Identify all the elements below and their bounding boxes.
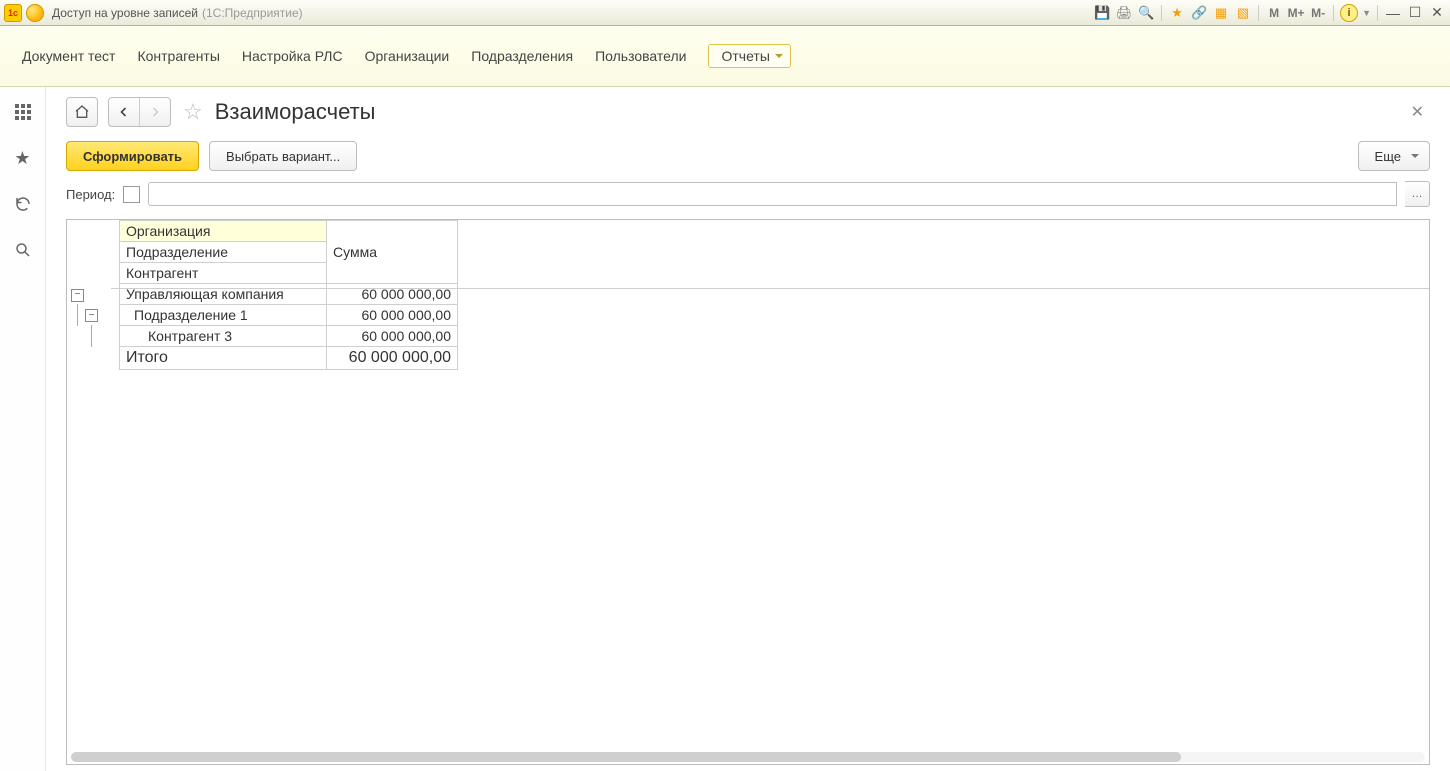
info-icon[interactable]: i	[1340, 4, 1358, 22]
action-bar: Сформировать Выбрать вариант... Еще	[66, 141, 1430, 171]
home-icon	[74, 104, 90, 120]
row-div-sum: 60 000 000,00	[327, 305, 458, 326]
star-outline-icon: ☆	[183, 99, 203, 124]
report-table: Организация Сумма Подразделение Контраге…	[67, 220, 458, 370]
menu-item-organizations[interactable]: Организации	[365, 48, 450, 64]
memory-mplus-button[interactable]: M+	[1287, 4, 1305, 22]
expand-toggle-div[interactable]: −	[85, 309, 98, 322]
grid-icon	[15, 104, 31, 120]
header-body-separator	[111, 288, 1429, 289]
more-button[interactable]: Еще	[1358, 141, 1430, 171]
title-bar: 1c Доступ на уровне записей (1С:Предприя…	[0, 0, 1450, 26]
search-icon	[14, 241, 32, 259]
separator	[1333, 5, 1334, 21]
preview-icon[interactable]: 🔍	[1137, 4, 1155, 22]
save-icon[interactable]: 💾	[1093, 4, 1111, 22]
period-picker-button[interactable]: …	[1405, 181, 1430, 207]
back-button[interactable]	[109, 98, 139, 126]
sidebar: ★	[0, 87, 46, 771]
info-dropdown-icon[interactable]: ▼	[1362, 8, 1371, 18]
period-label: Период:	[66, 187, 115, 202]
horizontal-scrollbar[interactable]	[71, 752, 1425, 762]
generate-button[interactable]: Сформировать	[66, 141, 199, 171]
row-contr-name[interactable]: Контрагент 3	[120, 326, 327, 347]
link-icon[interactable]: 🔗	[1190, 4, 1208, 22]
main-menu: Документ тест Контрагенты Настройка РЛС …	[0, 26, 1450, 87]
minimize-button[interactable]: —	[1384, 5, 1402, 21]
row-contr-sum: 60 000 000,00	[327, 326, 458, 347]
arrow-right-icon	[149, 106, 161, 118]
calendar-icon[interactable]: ▧	[1234, 4, 1252, 22]
history-button[interactable]	[8, 189, 38, 219]
menu-item-contractors[interactable]: Контрагенты	[137, 48, 219, 64]
scrollbar-thumb[interactable]	[71, 752, 1181, 762]
separator	[1377, 5, 1378, 21]
nav-back-forward	[108, 97, 171, 127]
menu-item-rls-settings[interactable]: Настройка РЛС	[242, 48, 343, 64]
select-variant-button[interactable]: Выбрать вариант...	[209, 141, 357, 171]
menu-item-divisions[interactable]: Подразделения	[471, 48, 573, 64]
history-icon	[14, 195, 32, 213]
star-icon: ★	[14, 148, 30, 169]
theme-circle-icon[interactable]	[26, 4, 44, 22]
header-sum[interactable]: Сумма	[327, 221, 458, 284]
arrow-left-icon	[118, 106, 130, 118]
print-icon[interactable]: 🖨	[1115, 4, 1133, 22]
menu-item-document-test[interactable]: Документ тест	[22, 48, 115, 64]
expand-toggle-org[interactable]: −	[71, 289, 84, 302]
memory-m-button[interactable]: M	[1265, 4, 1283, 22]
app-title: Доступ на уровне записей	[52, 6, 198, 20]
row-div-name[interactable]: Подразделение 1	[120, 305, 327, 326]
row-org-sum: 60 000 000,00	[327, 284, 458, 305]
forward-button[interactable]	[139, 98, 170, 126]
close-tab-button[interactable]: ✕	[1405, 98, 1430, 126]
search-button[interactable]	[8, 235, 38, 265]
menu-item-users[interactable]: Пользователи	[595, 48, 686, 64]
favorite-icon[interactable]: ★	[1168, 4, 1186, 22]
header-contractor[interactable]: Контрагент	[120, 263, 327, 284]
report-grid: Организация Сумма Подразделение Контраге…	[66, 219, 1430, 765]
period-checkbox[interactable]	[123, 186, 140, 203]
total-sum: 60 000 000,00	[327, 347, 458, 370]
separator	[1161, 5, 1162, 21]
total-label: Итого	[120, 347, 327, 370]
row-org-name[interactable]: Управляющая компания	[120, 284, 327, 305]
calculator-icon[interactable]: ▦	[1212, 4, 1230, 22]
memory-mminus-button[interactable]: M-	[1309, 4, 1327, 22]
favorites-button[interactable]: ★	[8, 143, 38, 173]
favorite-toggle[interactable]: ☆	[181, 99, 205, 125]
home-button[interactable]	[66, 97, 98, 127]
sections-panel-button[interactable]	[8, 97, 38, 127]
period-filter-row: Период: …	[66, 181, 1430, 207]
separator	[1258, 5, 1259, 21]
page-title: Взаиморасчеты	[215, 99, 376, 125]
page-header: ☆ Взаиморасчеты ✕	[66, 97, 1430, 127]
close-button[interactable]: ✕	[1428, 4, 1446, 21]
period-input[interactable]	[148, 182, 1397, 206]
menu-reports-dropdown[interactable]: Отчеты	[708, 44, 790, 68]
header-division[interactable]: Подразделение	[120, 242, 327, 263]
ellipsis-icon: …	[1412, 188, 1423, 200]
content-area: ☆ Взаиморасчеты ✕ Сформировать Выбрать в…	[46, 87, 1450, 771]
close-icon: ✕	[1411, 104, 1424, 121]
maximize-button[interactable]: ☐	[1406, 4, 1424, 21]
app-subtitle: (1С:Предприятие)	[202, 6, 303, 20]
header-organization[interactable]: Организация	[120, 221, 327, 242]
app-logo-icon: 1c	[4, 4, 22, 22]
